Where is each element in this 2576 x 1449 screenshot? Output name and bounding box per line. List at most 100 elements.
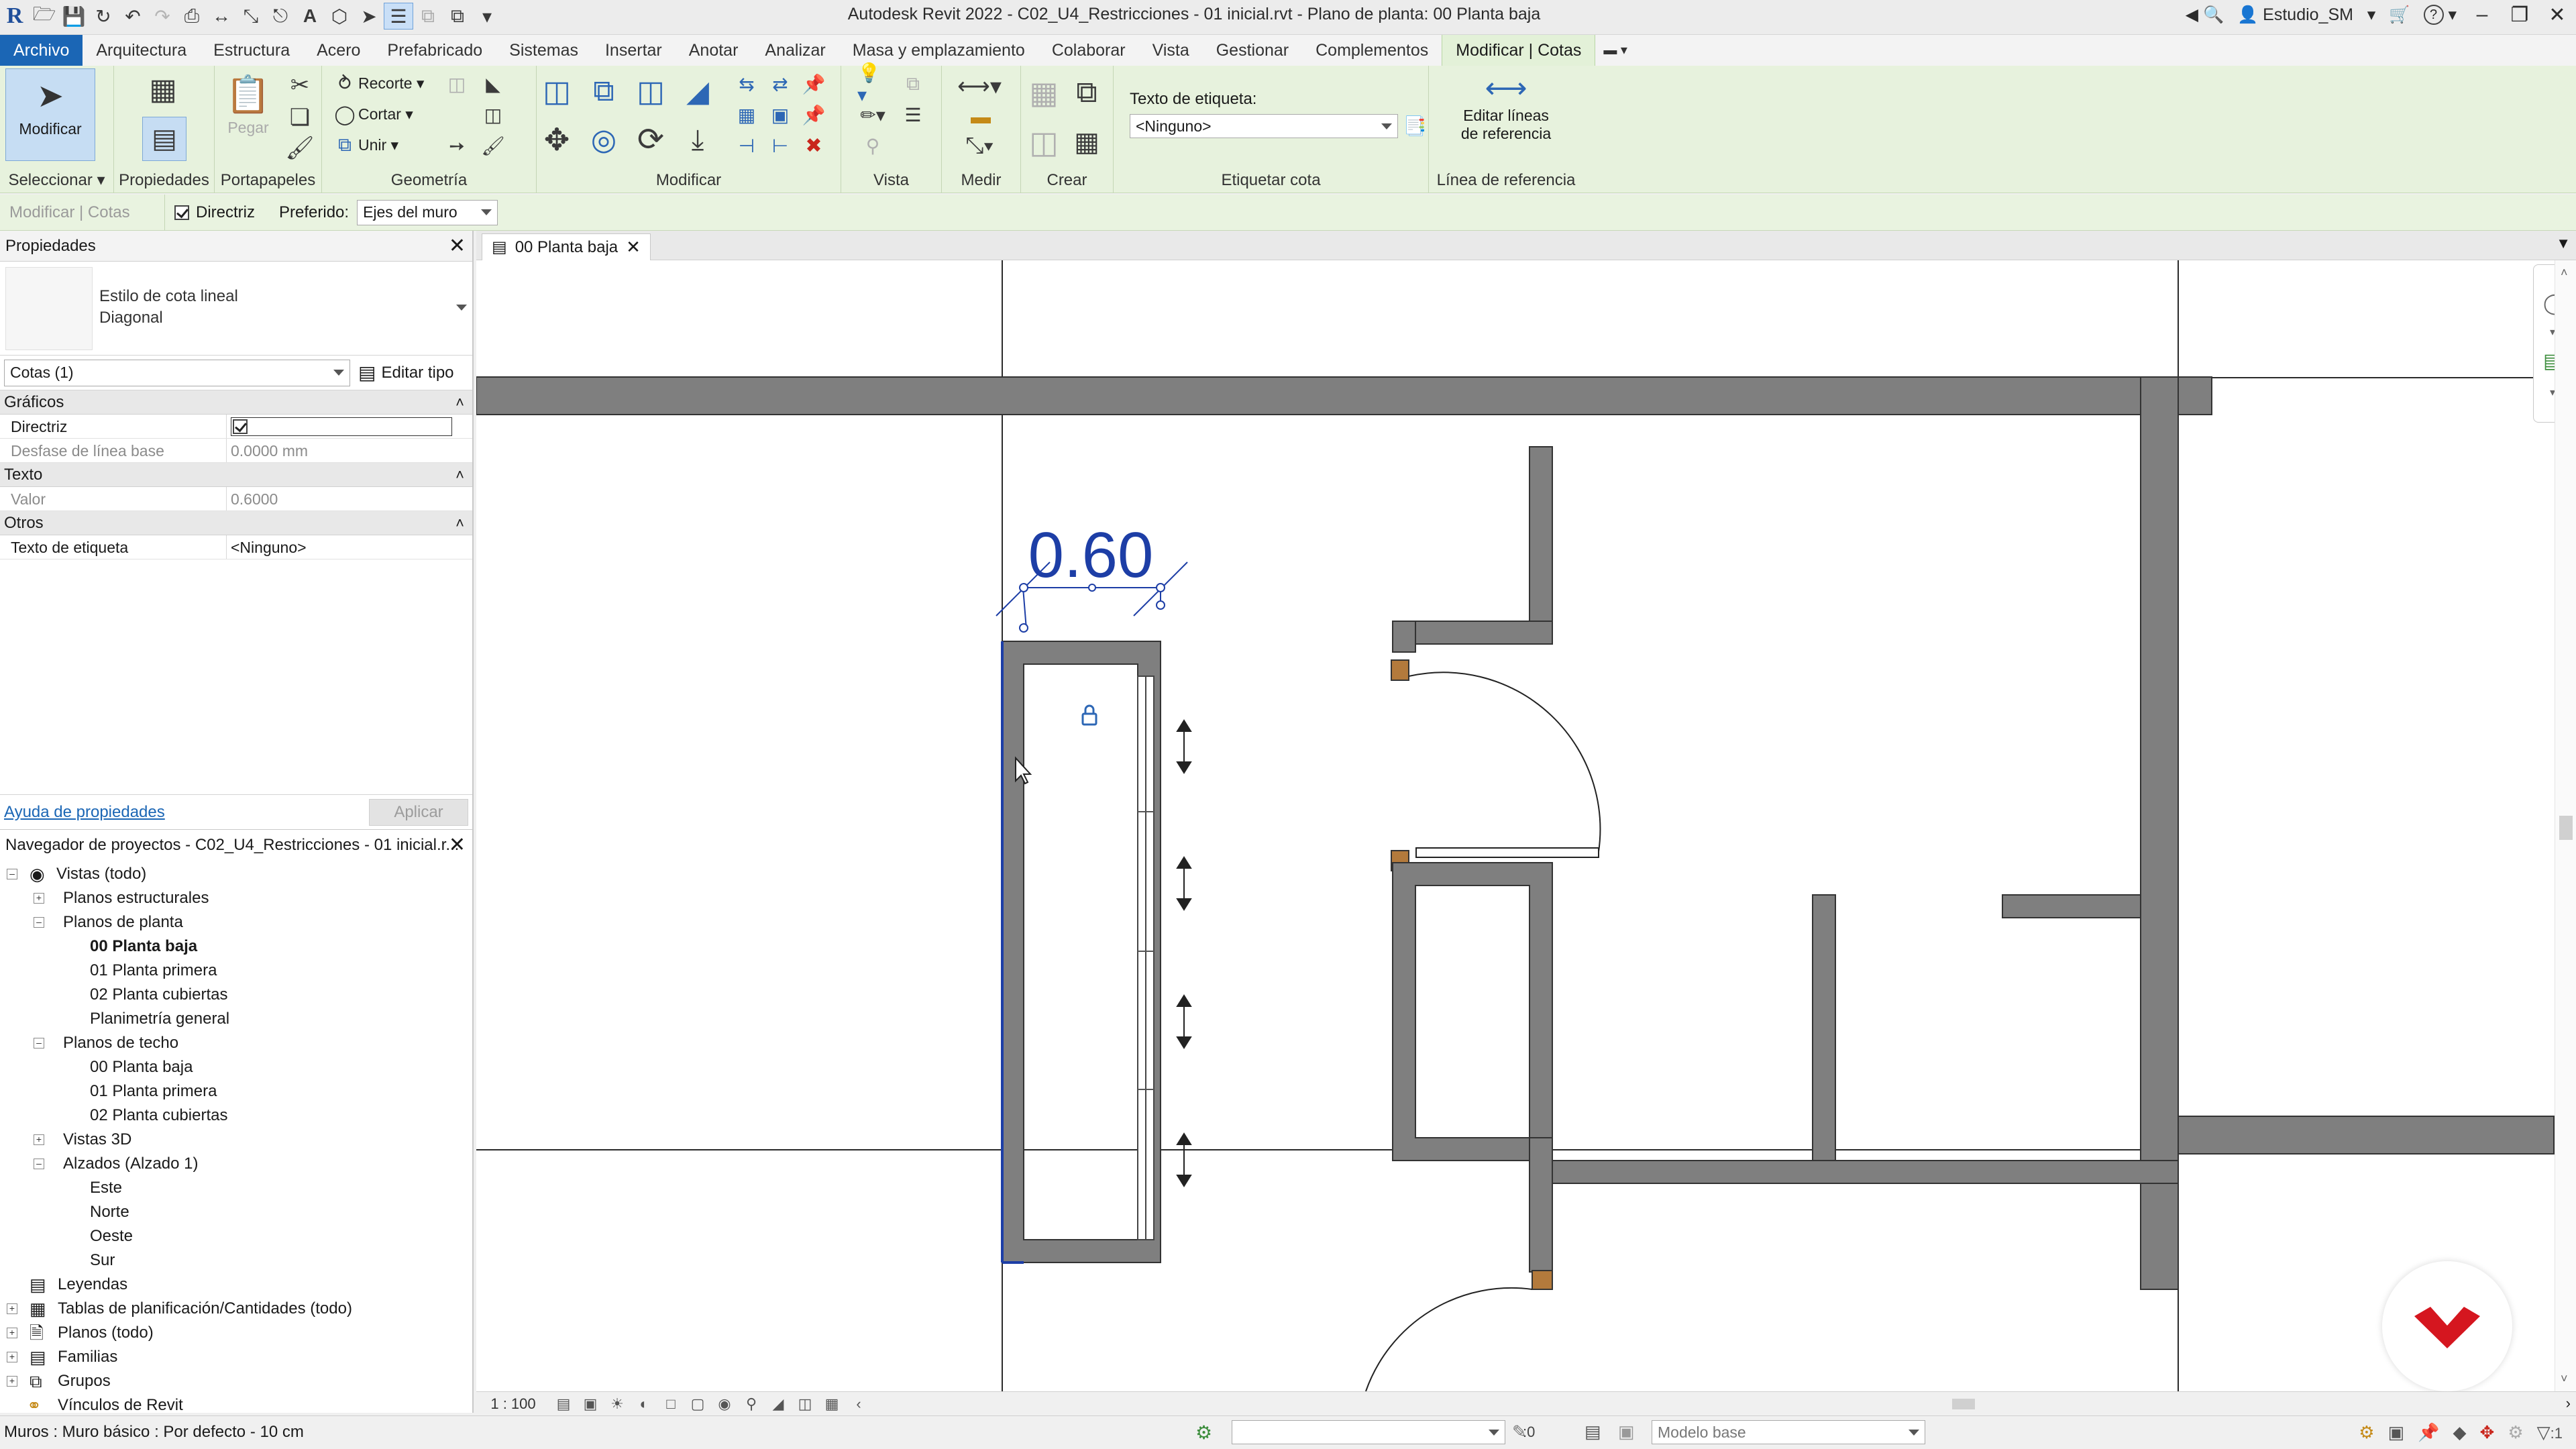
wall-top[interactable] xyxy=(476,376,2212,415)
tree-node-fp3[interactable]: Planimetría general xyxy=(0,1007,472,1031)
shadows-icon[interactable]: ◐ xyxy=(631,1395,657,1413)
visual-style-icon[interactable]: ▣ xyxy=(577,1395,604,1413)
tab-archivo[interactable]: Archivo xyxy=(0,35,83,66)
type-selector[interactable]: Estilo de cota lineal Diagonal xyxy=(0,262,472,356)
hide-category-icon[interactable]: ⧉ xyxy=(898,68,928,99)
select-pinned-icon[interactable]: 📌 xyxy=(2418,1422,2439,1443)
property-value[interactable]: 0.0000 mm xyxy=(227,439,472,462)
split-face-icon[interactable]: ◣ xyxy=(478,68,508,99)
aligned-dim-icon[interactable]: ⤡▾ xyxy=(946,130,1013,161)
scroll-right-icon[interactable]: › xyxy=(2566,1395,2571,1412)
tree-node-north[interactable]: Norte xyxy=(0,1200,472,1224)
save-icon[interactable]: 💾 xyxy=(59,3,89,30)
panel-select-label[interactable]: Seleccionar ▾ xyxy=(0,169,113,192)
tree-node-groups[interactable]: + ⧉ Grupos xyxy=(0,1369,472,1393)
close-button[interactable]: ✕ xyxy=(2538,0,2576,30)
expand-toggle-icon[interactable]: + xyxy=(7,1352,17,1362)
create-group-icon[interactable]: ⧉ xyxy=(1067,72,1107,113)
select-by-face-icon[interactable]: ◆ xyxy=(2453,1422,2467,1443)
tree-node-south[interactable]: Sur xyxy=(0,1248,472,1273)
tree-node-floor-plans[interactable]: – Planos de planta xyxy=(0,910,472,934)
collapse-icon[interactable]: ˄ xyxy=(455,463,464,487)
chevron-down-icon[interactable] xyxy=(449,302,467,314)
tree-node-cp0[interactable]: 00 Planta baja xyxy=(0,1055,472,1079)
sync-icon[interactable]: ↻ xyxy=(89,3,118,30)
group-other[interactable]: Otros ˄ xyxy=(0,511,472,535)
wall-room-left[interactable] xyxy=(1392,862,1553,1273)
tab-arquitectura[interactable]: Arquitectura xyxy=(83,35,200,66)
match-type-icon[interactable]: 🖌 xyxy=(284,133,315,164)
workset-select[interactable] xyxy=(1232,1420,1505,1444)
copy-element-icon[interactable]: ◎ xyxy=(584,119,624,160)
split-gap-icon[interactable]: ⇄ xyxy=(765,68,796,99)
design-option-select[interactable]: Modelo base xyxy=(1652,1420,1925,1444)
leader-option[interactable]: Directriz xyxy=(174,203,255,222)
crop-view-icon[interactable]: □ xyxy=(657,1395,684,1413)
wall-inner-partition[interactable] xyxy=(1812,894,2141,1161)
expand-toggle-icon[interactable]: + xyxy=(7,1376,17,1387)
tree-node-ceiling[interactable]: – Planos de techo xyxy=(0,1031,472,1055)
background-processes-icon[interactable]: ⚙ xyxy=(2508,1422,2523,1443)
tree-node-views[interactable]: – ◉ Vistas (todo) xyxy=(0,862,472,886)
search-binoculars-icon[interactable]: ◀ 🔍 xyxy=(2179,0,2231,30)
tab-vista[interactable]: Vista xyxy=(1139,35,1203,66)
create-similar-icon[interactable]: ▦ xyxy=(1024,72,1064,113)
global-parameters-icon[interactable]: 📑 xyxy=(1399,110,1430,141)
measure-between-icon[interactable]: ⟷▾ xyxy=(946,71,1013,102)
array-icon[interactable]: ▦ xyxy=(731,99,762,130)
door-top[interactable] xyxy=(1391,659,1601,871)
tree-node-cp2[interactable]: 02 Planta cubiertas xyxy=(0,1104,472,1128)
tree-node-fp1[interactable]: 01 Planta primera xyxy=(0,959,472,983)
wall-bottom[interactable] xyxy=(1529,1160,2179,1184)
filter-icon[interactable]: ▽:1 xyxy=(2537,1422,2563,1443)
vertical-scrollbar[interactable]: ˄ ˅ xyxy=(2555,260,2576,1391)
properties-help-link[interactable]: Ayuda de propiedades xyxy=(4,803,165,822)
mirror-pick-axis-icon[interactable]: ◫ xyxy=(631,71,671,111)
instance-filter-select[interactable]: Cotas (1) xyxy=(4,359,350,386)
group-text[interactable]: Texto ˄ xyxy=(0,463,472,487)
type-properties-icon[interactable]: ▦ xyxy=(148,73,178,106)
customize-qat-icon[interactable]: ▾ xyxy=(472,3,502,30)
wall-center[interactable] xyxy=(1392,446,1553,653)
close-icon[interactable]: ✕ xyxy=(449,231,466,262)
tree-node-fp0[interactable]: 00 Planta baja xyxy=(0,934,472,959)
scroll-down-icon[interactable]: ˅ xyxy=(2561,1372,2568,1386)
horizontal-scrollbar[interactable] xyxy=(906,1397,2549,1411)
drawing-canvas[interactable]: 0.60 □ ◯ ▾ ▤ ▾ ○ ˄ ˅ xyxy=(476,260,2576,1391)
tree-node-elevations[interactable]: – Alzados (Alzado 1) xyxy=(0,1152,472,1176)
tab-modificar-cotas[interactable]: Modificar | Cotas xyxy=(1442,35,1596,66)
dimension-text[interactable]: 0.60 xyxy=(1028,519,1154,591)
exclude-options-icon[interactable]: ▣ xyxy=(1618,1421,1635,1442)
cut-icon[interactable]: ✂ xyxy=(284,70,315,101)
trim-extend-icon[interactable]: ⤓ xyxy=(678,119,718,160)
help-button[interactable]: ? ▾ xyxy=(2417,0,2464,30)
override-graphics-icon[interactable]: 💡▾ xyxy=(857,62,888,105)
collapse-toggle-icon[interactable]: – xyxy=(34,1038,44,1049)
split-element-icon[interactable]: ⇆ xyxy=(731,68,762,99)
restore-button[interactable]: ❐ xyxy=(2501,0,2538,30)
view-scale[interactable]: 1 : 100 xyxy=(476,1395,550,1413)
tree-node-links[interactable]: ⚭ Vínculos de Revit xyxy=(0,1393,472,1417)
collapse-icon[interactable]: ˄ xyxy=(455,511,464,535)
create-parts-icon[interactable]: ◫ xyxy=(1024,122,1064,162)
wall-joins-icon[interactable]: ◫ xyxy=(441,68,472,99)
door-bottom[interactable] xyxy=(1365,1270,1553,1391)
measure-icon[interactable]: ↔ xyxy=(207,3,236,30)
close-hidden-icon[interactable]: ⧉ xyxy=(413,3,443,30)
sun-path-icon[interactable]: ☀ xyxy=(604,1395,631,1413)
worksets-icon[interactable]: ⚙ xyxy=(1195,1421,1212,1444)
tree-node-sheets[interactable]: + 🗎 Planos (todo) xyxy=(0,1321,472,1345)
reveal-hidden-icon[interactable]: ⚲ xyxy=(738,1395,765,1413)
ruler-icon[interactable]: ▬ xyxy=(954,102,1008,133)
tab-acero[interactable]: Acero xyxy=(303,35,374,66)
tab-gestionar[interactable]: Gestionar xyxy=(1203,35,1302,66)
tree-node-3d[interactable]: + Vistas 3D xyxy=(0,1128,472,1152)
expand-toggle-icon[interactable]: + xyxy=(34,893,44,904)
default-3d-icon[interactable]: ⬡ xyxy=(325,3,354,30)
create-assembly-icon[interactable]: ▦ xyxy=(1067,122,1107,162)
cart-icon[interactable]: 🛒 xyxy=(2382,0,2416,30)
tree-node-schedules[interactable]: + ▦ Tablas de planificación/Cantidades (to… xyxy=(0,1297,472,1321)
apply-button[interactable]: Aplicar xyxy=(369,798,468,826)
thin-lines-icon[interactable]: ☰ xyxy=(384,3,413,30)
scroll-thumb[interactable] xyxy=(2559,816,2573,840)
